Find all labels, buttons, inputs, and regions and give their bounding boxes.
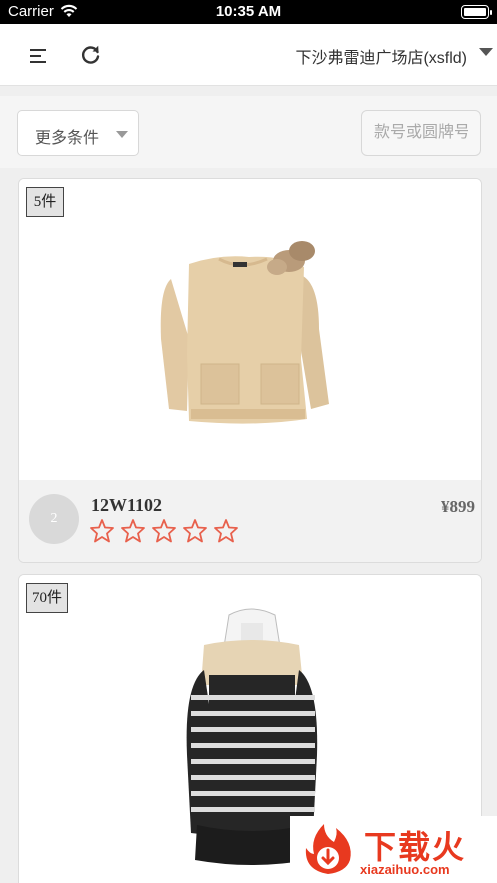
more-conditions-label: 更多条件 [35,130,100,147]
star-icon[interactable] [213,518,239,544]
chevron-down-icon [116,131,128,138]
star-icon[interactable] [89,518,115,544]
star-icon[interactable] [120,518,146,544]
search-input[interactable] [361,110,481,156]
star-icon[interactable] [151,518,177,544]
more-conditions-button[interactable]: 更多条件 [17,110,139,156]
battery-tip [490,10,492,15]
battery-icon [461,5,489,19]
dropdown-caret-icon[interactable] [479,48,493,56]
product-image-sweater-beige[interactable] [19,179,481,479]
quantity-badge: 5件 [26,187,64,217]
status-bar: Carrier 10:35 AM [0,0,497,24]
product-code: 12W1102 [91,495,163,515]
flame-logo [305,824,351,874]
quantity-badge: 70件 [26,583,69,613]
star-icon[interactable] [182,518,208,544]
navbar: 下沙弗雷迪广场店(xsfld) [0,24,497,86]
watermark: 下载火 xiazaihuo.com [290,816,497,883]
product-card[interactable]: 5件 2 12W1102 ¥899 [18,178,482,563]
product-price: ¥899 [441,497,475,516]
refresh-icon[interactable] [78,42,104,68]
menu-icon[interactable] [26,44,52,68]
filter-bar: 更多条件 [0,96,497,168]
avatar: 2 [29,494,79,544]
watermark-url: xiazaihuo.com [360,862,450,877]
store-selector[interactable]: 下沙弗雷迪广场店(xsfld) [295,44,467,68]
product-info-row: 2 12W1102 ¥899 [19,480,481,562]
clock: 10:35 AM [215,3,282,20]
